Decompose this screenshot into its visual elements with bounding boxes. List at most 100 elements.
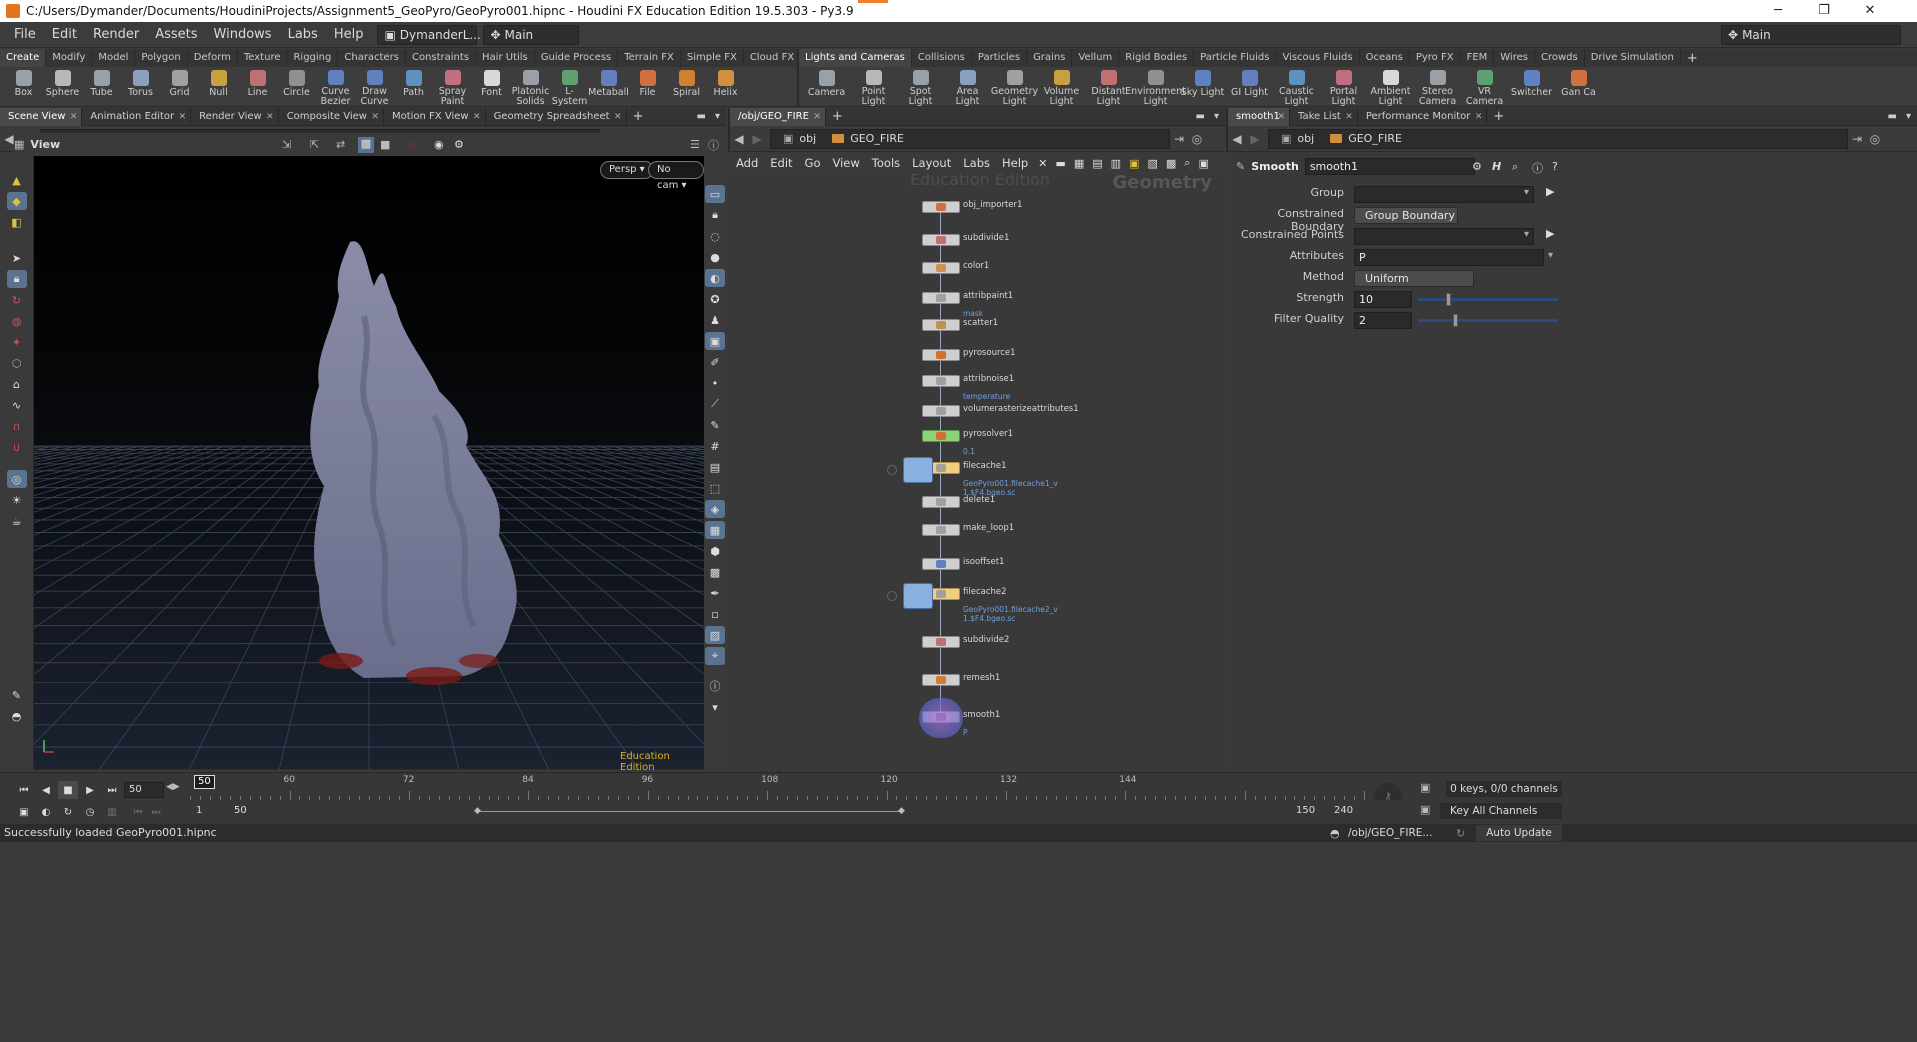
record-icon[interactable]: ◎ bbox=[407, 138, 417, 151]
shelf-left-tab-5[interactable]: Texture bbox=[238, 49, 288, 67]
back-icon[interactable]: ◀ bbox=[1228, 132, 1246, 146]
paint-icon[interactable]: ✎ bbox=[7, 686, 27, 704]
shelf-tool-box[interactable]: Box bbox=[4, 67, 43, 107]
collapse-icon[interactable] bbox=[887, 465, 897, 475]
group-field[interactable] bbox=[1354, 186, 1534, 203]
menu-assets[interactable]: Assets bbox=[147, 27, 205, 42]
display-icon[interactable]: ■ bbox=[380, 138, 390, 151]
node-subdivide1[interactable] bbox=[922, 234, 960, 246]
tab-geometry-spreadsheet[interactable]: Geometry Spreadsheet ✕ bbox=[486, 107, 627, 126]
snap-icon[interactable]: ▩ bbox=[358, 136, 374, 153]
strength-slider-knob[interactable] bbox=[1446, 293, 1451, 306]
gear-icon[interactable]: ⚙ bbox=[1472, 160, 1482, 173]
node-volumerasterizeattributes1[interactable] bbox=[922, 405, 960, 417]
shelf-right-tab-2[interactable]: Particles bbox=[972, 49, 1028, 67]
tab-motion-fx-view[interactable]: Motion FX View ✕ bbox=[384, 107, 486, 126]
draw-icon[interactable]: ✐ bbox=[705, 353, 725, 371]
pointer-icon[interactable]: ➤ bbox=[7, 249, 27, 267]
cube-icon[interactable]: ⬢ bbox=[705, 542, 725, 560]
node-filecache1[interactable] bbox=[887, 457, 960, 483]
camera-view-icon[interactable]: ◎ bbox=[6, 470, 27, 488]
shelf-left-tab-11[interactable]: Terrain FX bbox=[618, 49, 681, 67]
grid-icon[interactable]: ▦ bbox=[1070, 157, 1088, 170]
list-icon[interactable]: ▬ bbox=[1051, 157, 1069, 170]
path-crumb-obj[interactable]: ▣obj bbox=[775, 132, 824, 145]
attributes-dropdown-icon[interactable]: ▾ bbox=[1548, 250, 1553, 261]
node-isooffset1[interactable] bbox=[922, 558, 960, 570]
shelf-tool-helix[interactable]: Helix bbox=[706, 67, 745, 107]
shelf-tool-gan-ca[interactable]: Gan Ca bbox=[1555, 67, 1602, 107]
shelf-left-tab-10[interactable]: Guide Process bbox=[535, 49, 619, 67]
range-right-handle[interactable]: ◆ bbox=[898, 806, 905, 816]
strength-slider-track[interactable] bbox=[1418, 298, 1558, 301]
lock-icon[interactable]: 🔒︎ bbox=[6, 270, 27, 288]
desktop-main-selector[interactable]: ✥ Main bbox=[483, 24, 580, 45]
shelf-tool-camera[interactable]: Camera bbox=[803, 67, 850, 107]
menu-render[interactable]: Render bbox=[85, 27, 147, 42]
chat-icon[interactable]: ◓ bbox=[1330, 825, 1340, 843]
snapshot-icon[interactable]: ▣ bbox=[705, 332, 725, 350]
shelf-tool-sky-light[interactable]: Sky Light bbox=[1179, 67, 1226, 107]
shelf-left-tab-9[interactable]: Hair Utils bbox=[476, 49, 535, 67]
jump-start-icon[interactable]: ⏮ bbox=[14, 781, 34, 799]
path-crumb-geo[interactable]: GEO_FIRE bbox=[1322, 132, 1410, 145]
lock-camera-icon[interactable]: 🔒︎ bbox=[705, 206, 725, 224]
maximize-button[interactable]: ❐ bbox=[1801, 0, 1847, 22]
close-tab-icon[interactable]: ✕ bbox=[614, 108, 622, 126]
teapot-icon[interactable]: ☕︎ bbox=[7, 512, 27, 530]
filter-quality-slider-knob[interactable] bbox=[1453, 314, 1458, 327]
shelf-left-tab-4[interactable]: Deform bbox=[188, 49, 238, 67]
network-menu-layout[interactable]: Layout bbox=[906, 156, 957, 170]
search-icon[interactable]: ⌕ bbox=[1512, 160, 1518, 174]
number-icon[interactable]: # bbox=[705, 437, 725, 455]
network-menu-add[interactable]: Add bbox=[730, 156, 764, 170]
node-smooth1[interactable] bbox=[919, 698, 963, 738]
tab-composite-view[interactable]: Composite View ✕ bbox=[279, 107, 384, 126]
shelf-right-tab-0[interactable]: Lights and Cameras bbox=[799, 49, 912, 67]
select-mode-icon[interactable]: ◆ bbox=[6, 192, 27, 210]
node-name-field[interactable]: smooth1 bbox=[1304, 158, 1475, 175]
shelf-tool-portal-light[interactable]: Portal Light bbox=[1320, 67, 1367, 107]
forward-icon[interactable]: ▶ bbox=[1246, 132, 1264, 146]
camera-icon[interactable]: ◉ bbox=[434, 138, 444, 151]
node-scatter1[interactable] bbox=[922, 319, 960, 331]
shelf-tool-spray-paint[interactable]: Spray Paint bbox=[433, 67, 472, 107]
range-left-handle[interactable]: ◆ bbox=[474, 806, 481, 816]
shelf-left-tab-0[interactable]: Create bbox=[0, 49, 47, 67]
range-start-icon[interactable]: ⏮ bbox=[128, 803, 148, 821]
pane-menu-icon[interactable]: ▬ bbox=[1196, 111, 1205, 122]
forward-icon[interactable]: ▶ bbox=[748, 132, 766, 146]
frame-step-icon[interactable]: ◀▶ bbox=[166, 782, 180, 792]
layout-selector[interactable]: ✥ Main bbox=[1721, 24, 1901, 45]
table-icon[interactable]: ▤ bbox=[1088, 157, 1106, 170]
shelf-right-tab-11[interactable]: Wires bbox=[1494, 49, 1535, 67]
add-shelf-icon[interactable]: + bbox=[1681, 51, 1704, 66]
range-max-field[interactable]: 240 bbox=[1330, 804, 1366, 820]
lasso-icon[interactable]: ∿ bbox=[7, 396, 27, 414]
shelf-tool-spiral[interactable]: Spiral bbox=[667, 67, 706, 107]
info-icon[interactable]: ⓘ bbox=[705, 677, 725, 695]
network-menu-tools[interactable]: Tools bbox=[866, 156, 906, 170]
network-menu-view[interactable]: View bbox=[827, 156, 866, 170]
shelf-tool-font[interactable]: Font bbox=[472, 67, 511, 107]
help-icon[interactable]: ⓘ bbox=[708, 137, 719, 153]
status-path[interactable]: /obj/GEO_FIRE... bbox=[1348, 825, 1448, 841]
range-slider[interactable] bbox=[478, 811, 904, 812]
attributes-field[interactable]: P bbox=[1354, 249, 1544, 266]
magnet-icon[interactable]: ⌂ bbox=[7, 375, 27, 393]
options-icon[interactable]: ☰ bbox=[690, 138, 700, 151]
shelf-tool-caustic-light[interactable]: Caustic Light bbox=[1273, 67, 1320, 107]
shelf-tool-grid[interactable]: Grid bbox=[160, 67, 199, 107]
shelf-tool-curve-bezier[interactable]: Curve Bezier bbox=[316, 67, 355, 107]
range-end-icon[interactable]: ⏭ bbox=[146, 803, 166, 821]
shelf-tool-path[interactable]: Path bbox=[394, 67, 433, 107]
constrained-boundary-menu[interactable]: Group Boundary bbox=[1354, 207, 1458, 224]
handle-tool-icon[interactable]: ⇲ bbox=[282, 138, 291, 151]
frame-icon[interactable]: ⬚ bbox=[705, 479, 725, 497]
help-icon[interactable]: ? bbox=[1552, 160, 1558, 173]
person-icon[interactable]: ♟ bbox=[705, 311, 725, 329]
current-frame-field[interactable]: 50 bbox=[124, 782, 164, 798]
eye-icon[interactable]: ◈ bbox=[705, 500, 725, 518]
scroll-down-icon[interactable]: ▾ bbox=[705, 698, 725, 716]
pane-menu-icon[interactable]: ▬ bbox=[697, 111, 706, 122]
